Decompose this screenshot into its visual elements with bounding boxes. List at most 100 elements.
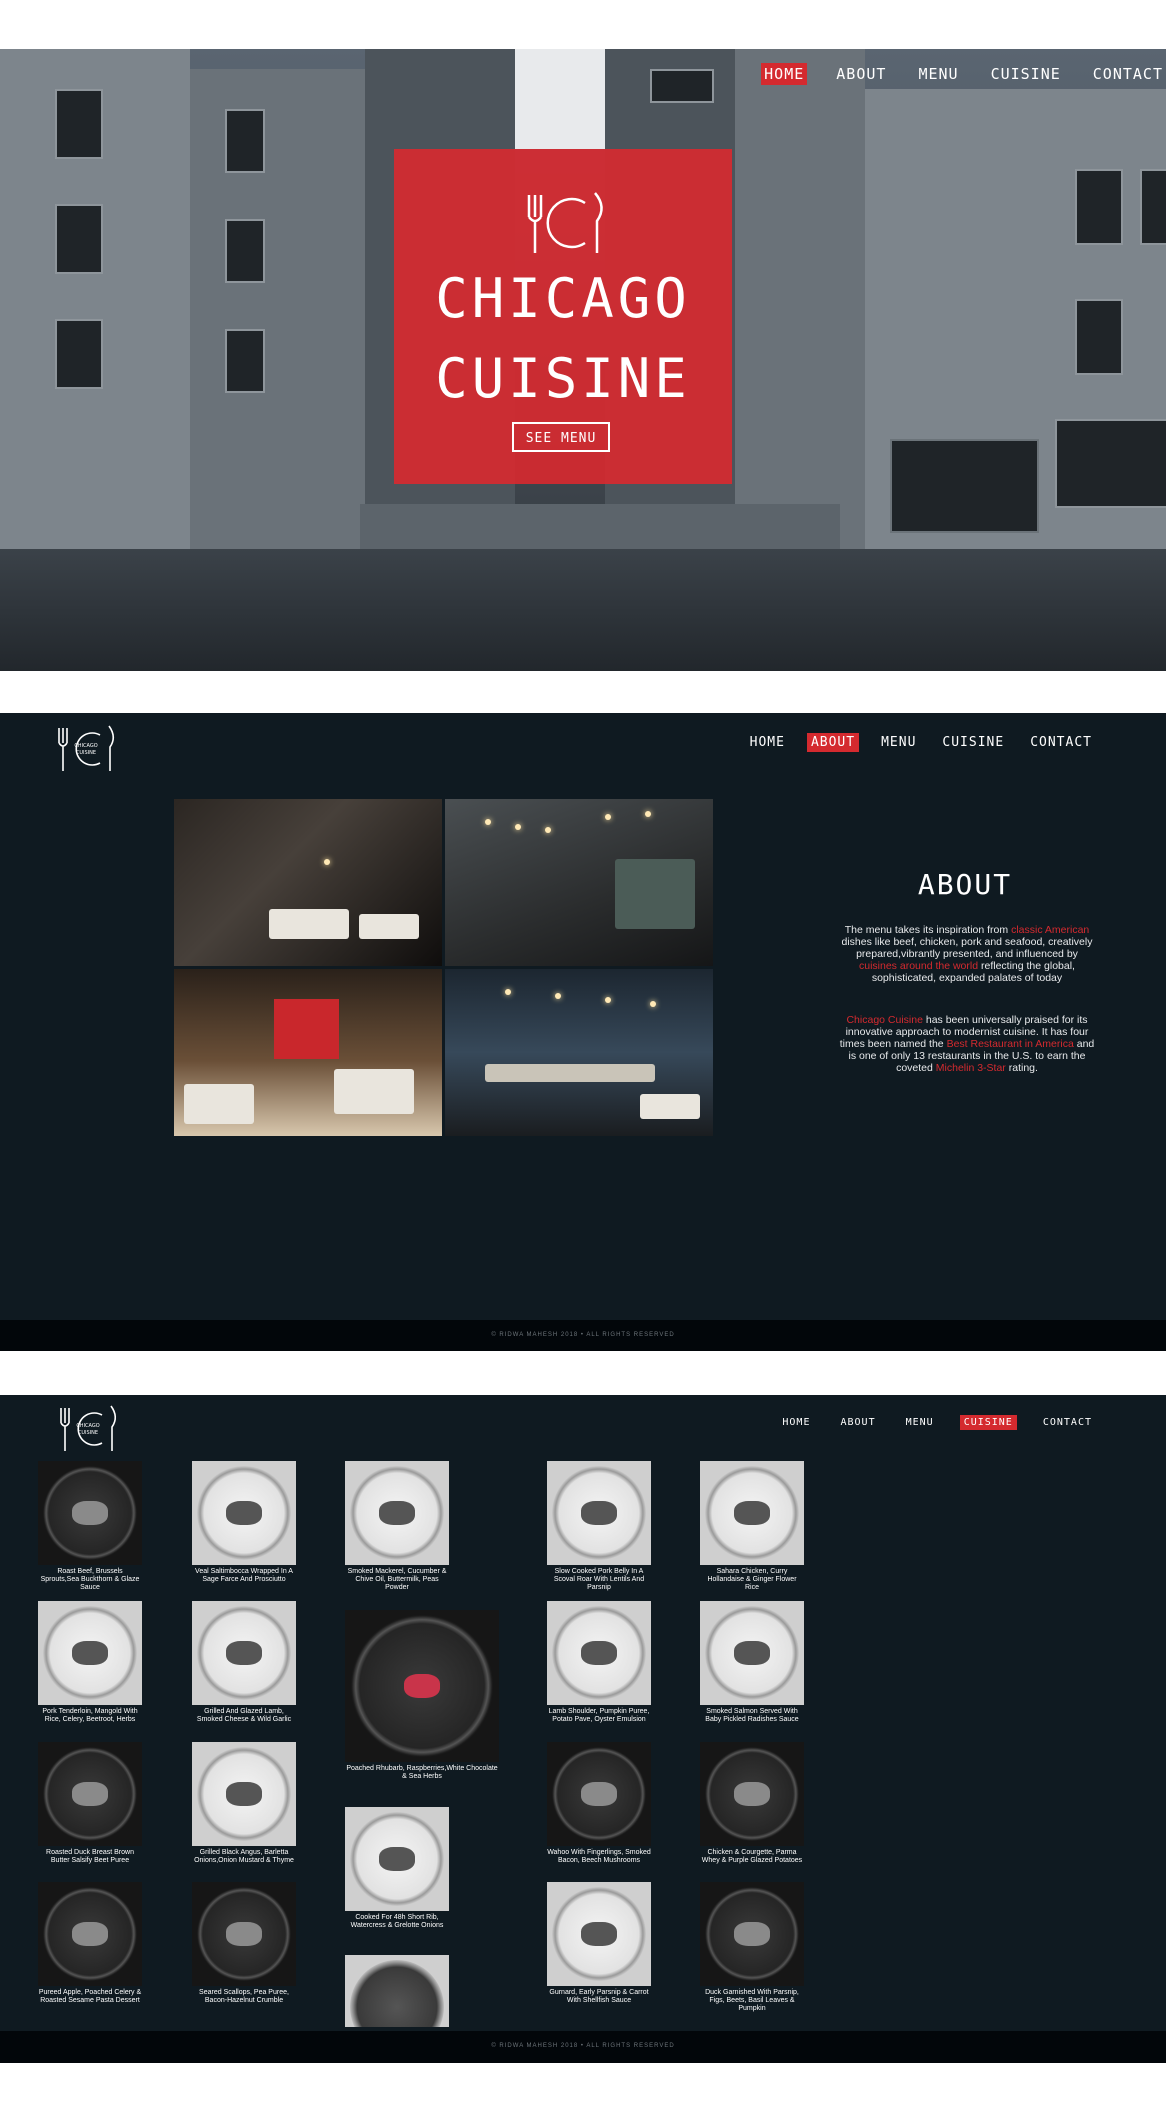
dish-card[interactable]: Cooked For 48h Short Rib, Watercress & G… <box>345 1807 449 1930</box>
see-menu-button[interactable]: SEE MENU <box>512 422 610 452</box>
dish-card[interactable]: Seared Scallops, Pea Puree, Bacon-Hazeln… <box>192 1882 296 2005</box>
dish-card[interactable]: Gurnard, Early Parsnip & Carrot With She… <box>547 1882 651 2005</box>
fork-icon <box>60 1408 70 1451</box>
photo-bar <box>445 969 713 1136</box>
link-best-restaurant[interactable]: Best Restaurant in America <box>947 1038 1074 1050</box>
dish-photo <box>547 1601 651 1705</box>
dish-card[interactable]: Pureed Apple, Poached Celery & Roasted S… <box>38 1882 142 2005</box>
about-paragraph-2: Chicago Cuisine has been universally pra… <box>839 1013 1095 1074</box>
nav-menu[interactable]: MENU <box>877 733 920 752</box>
dish-photo <box>38 1882 142 1986</box>
nav-about[interactable]: ABOUT <box>836 1415 879 1430</box>
dish-caption: Grilled Black Angus, Barletta Onions,Oni… <box>194 1849 294 1864</box>
nav-cuisine[interactable]: CUISINE <box>959 1415 1017 1430</box>
dish-caption: Wahoo With Fingerlings, Smoked Bacon, Be… <box>547 1849 651 1864</box>
dish-card[interactable]: Pork Tenderloin, Mangold With Rice, Cele… <box>38 1601 142 1724</box>
building-right-2 <box>735 49 865 549</box>
dish-photo <box>547 1882 651 1986</box>
dish-card[interactable]: Roasted Duck Breast Brown Butter Salsify… <box>38 1742 142 1865</box>
about-nav: HOME ABOUT MENU CUISINE CONTACT <box>746 733 1096 752</box>
hero-title-line1: CHICAGO <box>435 267 691 330</box>
svg-text:CHICAGO: CHICAGO <box>74 743 97 749</box>
photo-dining-room <box>174 799 442 966</box>
dish-card[interactable]: Lamb Shoulder, Pumpkin Puree, Potato Pav… <box>547 1601 651 1724</box>
window <box>225 109 265 173</box>
dish-photo <box>345 1807 449 1911</box>
dish-photo <box>192 1601 296 1705</box>
nav-menu[interactable]: MENU <box>902 1415 938 1430</box>
dish-photo <box>700 1742 804 1846</box>
dish-card[interactable]: Grilled And Glazed Lamb, Smoked Cheese &… <box>192 1601 296 1724</box>
dish-photo <box>547 1461 651 1565</box>
dish-card[interactable]: Duck Garnished With Parsnip, Figs, Beets… <box>700 1882 804 2013</box>
window <box>1055 419 1166 508</box>
dish-caption: Gurnard, Early Parsnip & Carrot With She… <box>549 1989 649 2004</box>
nav-home[interactable]: HOME <box>746 733 789 752</box>
nav-contact[interactable]: CONTACT <box>1026 733 1096 752</box>
dish-card[interactable]: Smoked Mackerel, Cucumber & Chive Oil, B… <box>345 1461 449 1592</box>
dish-caption: Chicken & Courgette, Parma Whey & Purple… <box>701 1849 803 1864</box>
dish-card[interactable]: Wahoo With Fingerlings, Smoked Bacon, Be… <box>547 1742 651 1865</box>
hero-badge: CHICAGO CUISINE SEE MENU <box>394 149 732 484</box>
knife-icon <box>108 725 115 771</box>
dish-card[interactable]: Grilled Black Angus, Barletta Onions,Oni… <box>192 1742 296 1865</box>
dish-photo <box>700 1461 804 1565</box>
dish-caption: Cooked For 48h Short Rib, Watercress & G… <box>350 1914 444 1929</box>
window <box>225 329 265 393</box>
about-footer: © RIDWA MAHESH 2018 • ALL RIGHTS RESERVE… <box>0 1320 1166 1351</box>
window <box>55 89 103 159</box>
dish-card[interactable]: Smoked Salmon Served With Baby Pickled R… <box>700 1601 804 1724</box>
dish-photo <box>192 1882 296 1986</box>
dish-card[interactable]: Roast Beef, Brussels Sprouts,Sea Bucktho… <box>38 1461 142 1592</box>
c-letter <box>75 732 101 766</box>
nav-home[interactable]: HOME <box>778 1415 814 1430</box>
c-letter <box>77 1412 103 1446</box>
dish-photo <box>345 1461 449 1565</box>
dish-card[interactable]: Veal Saltimbocca Wrapped In A Sage Farce… <box>192 1461 296 1584</box>
dish-caption: Lamb Shoulder, Pumpkin Puree, Potato Pav… <box>548 1708 650 1723</box>
dish-caption: Poached Rhubarb, Raspberries,White Choco… <box>346 1765 498 1780</box>
dish-caption: Slow Cooked Pork Belly In A Scoval Roar … <box>553 1568 645 1591</box>
footer-copyright: © RIDWA MAHESH 2018 • ALL RIGHTS RESERVE… <box>491 2043 675 2049</box>
dish-caption: Roasted Duck Breast Brown Butter Salsify… <box>46 1849 134 1864</box>
link-cuisines-world[interactable]: cuisines around the world <box>859 960 978 972</box>
knife-icon <box>594 192 603 253</box>
dish-photo <box>700 1882 804 1986</box>
nav-contact[interactable]: CONTACT <box>1039 1415 1096 1430</box>
dish-card[interactable]: Poached Rhubarb, Raspberries,White Choco… <box>345 1610 499 1781</box>
photo-red-art-room <box>174 969 442 1136</box>
dish-caption: Sahara Chicken, Curry Hollandaise & Ging… <box>707 1568 797 1591</box>
window <box>890 439 1039 533</box>
about-paragraph-1: The menu takes its inspiration from clas… <box>841 923 1093 984</box>
cuisine-nav: HOME ABOUT MENU CUISINE CONTACT <box>778 1415 1096 1430</box>
dish-card[interactable]: Sahara Chicken, Curry Hollandaise & Ging… <box>700 1461 804 1592</box>
cuisine-c-logo <box>527 192 603 253</box>
window <box>55 204 103 274</box>
about-heading: ABOUT <box>917 868 1013 901</box>
dish-card[interactable]: Chicken & Courgette, Parma Whey & Purple… <box>700 1742 804 1865</box>
dish-photo <box>700 1601 804 1705</box>
dish-photo <box>345 1955 449 2027</box>
nav-menu[interactable]: MENU <box>915 63 961 85</box>
nav-cuisine[interactable]: CUISINE <box>988 63 1064 85</box>
site-logo[interactable]: CHICAGO CUISINE <box>56 1403 120 1455</box>
dish-photo <box>38 1461 142 1565</box>
dish-caption: Seared Scallops, Pea Puree, Bacon-Hazeln… <box>199 1989 289 2004</box>
dish-photo <box>547 1742 651 1846</box>
dish-photo <box>345 1610 499 1762</box>
dish-card[interactable]: Slow Cooked Pork Belly In A Scoval Roar … <box>547 1461 651 1592</box>
nav-cuisine[interactable]: CUISINE <box>938 733 1008 752</box>
link-chicago-cuisine[interactable]: Chicago Cuisine <box>846 1014 922 1026</box>
link-michelin[interactable]: Michelin 3-Star <box>936 1062 1006 1074</box>
dish-caption: Grilled And Glazed Lamb, Smoked Cheese &… <box>196 1708 292 1723</box>
link-classic-american[interactable]: classic American <box>1011 924 1089 936</box>
window <box>650 69 714 103</box>
nav-about[interactable]: ABOUT <box>833 63 889 85</box>
nav-about[interactable]: ABOUT <box>806 733 860 752</box>
nav-home[interactable]: HOME <box>761 63 808 85</box>
dish-caption: Smoked Salmon Served With Baby Pickled R… <box>705 1708 799 1723</box>
nav-contact[interactable]: CONTACT <box>1090 63 1166 85</box>
window <box>1140 169 1166 245</box>
dish-card[interactable] <box>345 1955 449 2027</box>
site-logo[interactable]: CHICAGO CUISINE <box>54 723 118 775</box>
